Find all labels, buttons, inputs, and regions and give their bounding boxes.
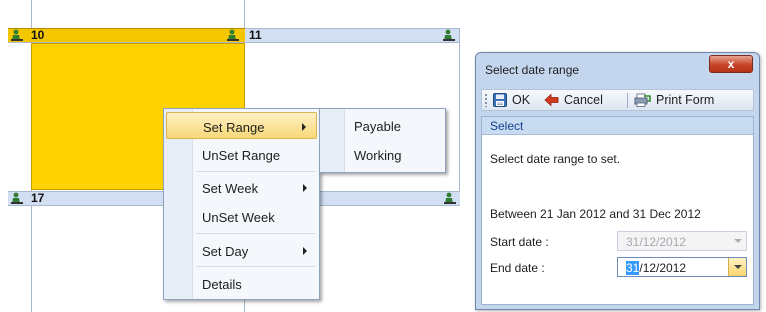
- menu-item-label: Set Day: [202, 244, 249, 259]
- menu-item-label: UnSet Range: [202, 148, 281, 163]
- menu-item-label: UnSet Week: [202, 210, 275, 225]
- dialog-content: Select Select date range to set. Between…: [481, 116, 754, 305]
- menu-item-set-week[interactable]: Set Week: [166, 174, 317, 201]
- chevron-down-icon: [734, 265, 742, 269]
- end-date-label: End date :: [490, 261, 545, 275]
- group-header: Select: [482, 117, 753, 135]
- cancel-button[interactable]: Cancel: [544, 93, 621, 108]
- end-date-field[interactable]: 31/12/2012: [617, 257, 747, 277]
- ok-label: OK: [512, 93, 531, 107]
- menu-item-label: Set Range: [203, 120, 265, 135]
- start-date-field[interactable]: 31/12/2012: [617, 231, 747, 251]
- submenu-arrow-icon: [302, 123, 306, 131]
- menu-item-set-day[interactable]: Set Day: [166, 237, 317, 264]
- start-date-dropdown[interactable]: [729, 232, 746, 250]
- menu-item-label: Details: [202, 277, 242, 292]
- person-icon: [11, 29, 23, 41]
- menu-separator: [196, 171, 315, 172]
- menu-item-label: Set Week: [202, 181, 259, 196]
- close-button[interactable]: x: [709, 55, 753, 73]
- instruction-text: Select date range to set.: [490, 152, 621, 166]
- range-text: Between 21 Jan 2012 and 31 Dec 2012: [490, 207, 701, 221]
- end-date-value: 31/12/2012: [626, 261, 686, 275]
- save-icon: [493, 93, 507, 107]
- person-icon: [444, 192, 456, 204]
- submenu-item-working[interactable]: Working: [322, 142, 443, 167]
- set-range-submenu: Payable Working: [319, 108, 446, 173]
- close-icon: x: [727, 57, 735, 71]
- menu-item-set-range[interactable]: Set Range: [166, 112, 317, 139]
- end-date-dropdown[interactable]: [728, 258, 746, 276]
- day-cell-header[interactable]: 10: [8, 28, 245, 43]
- print-form-label: Print Form: [656, 93, 715, 107]
- day-number: 11: [249, 28, 262, 42]
- chevron-down-icon: [734, 239, 742, 243]
- end-date-selected-part: 31: [626, 261, 640, 275]
- select-date-range-dialog: Select date range x OK Cancel Print Form…: [475, 52, 760, 310]
- submenu-item-label: Working: [354, 148, 402, 163]
- submenu-arrow-icon: [303, 247, 307, 255]
- menu-item-unset-range[interactable]: UnSet Range: [166, 141, 317, 168]
- dialog-title: Select date range: [485, 63, 580, 77]
- menu-separator: [196, 266, 315, 267]
- start-date-label: Start date :: [490, 235, 549, 249]
- submenu-arrow-icon: [303, 184, 307, 192]
- person-icon: [443, 29, 455, 41]
- end-date-rest: /12/2012: [639, 261, 687, 275]
- submenu-item-label: Payable: [354, 119, 401, 134]
- back-arrow-icon: [544, 93, 559, 107]
- menu-item-details[interactable]: Details: [166, 270, 317, 297]
- day-number: 17: [31, 191, 45, 205]
- cancel-label: Cancel: [564, 93, 603, 107]
- ok-button[interactable]: OK: [493, 93, 539, 108]
- menu-separator: [196, 233, 315, 234]
- print-form-icon: [634, 93, 651, 107]
- grid-line: [459, 28, 460, 203]
- start-date-value: 31/12/2012: [626, 235, 687, 249]
- menu-item-unset-week[interactable]: UnSet Week: [166, 203, 317, 230]
- toolbar-separator: [627, 93, 628, 108]
- dialog-toolbar: OK Cancel Print Form: [481, 89, 754, 111]
- group-title: Select: [490, 119, 524, 133]
- toolbar-grip[interactable]: [485, 94, 487, 107]
- day-number: 10: [31, 28, 45, 42]
- day-cell-header[interactable]: 11: [245, 28, 459, 43]
- context-menu: Set Range UnSet Range Set Week UnSet Wee…: [163, 108, 320, 300]
- print-form-button[interactable]: Print Form: [634, 93, 750, 108]
- person-icon: [11, 192, 23, 204]
- submenu-item-payable[interactable]: Payable: [322, 113, 443, 138]
- person-icon: [227, 29, 239, 41]
